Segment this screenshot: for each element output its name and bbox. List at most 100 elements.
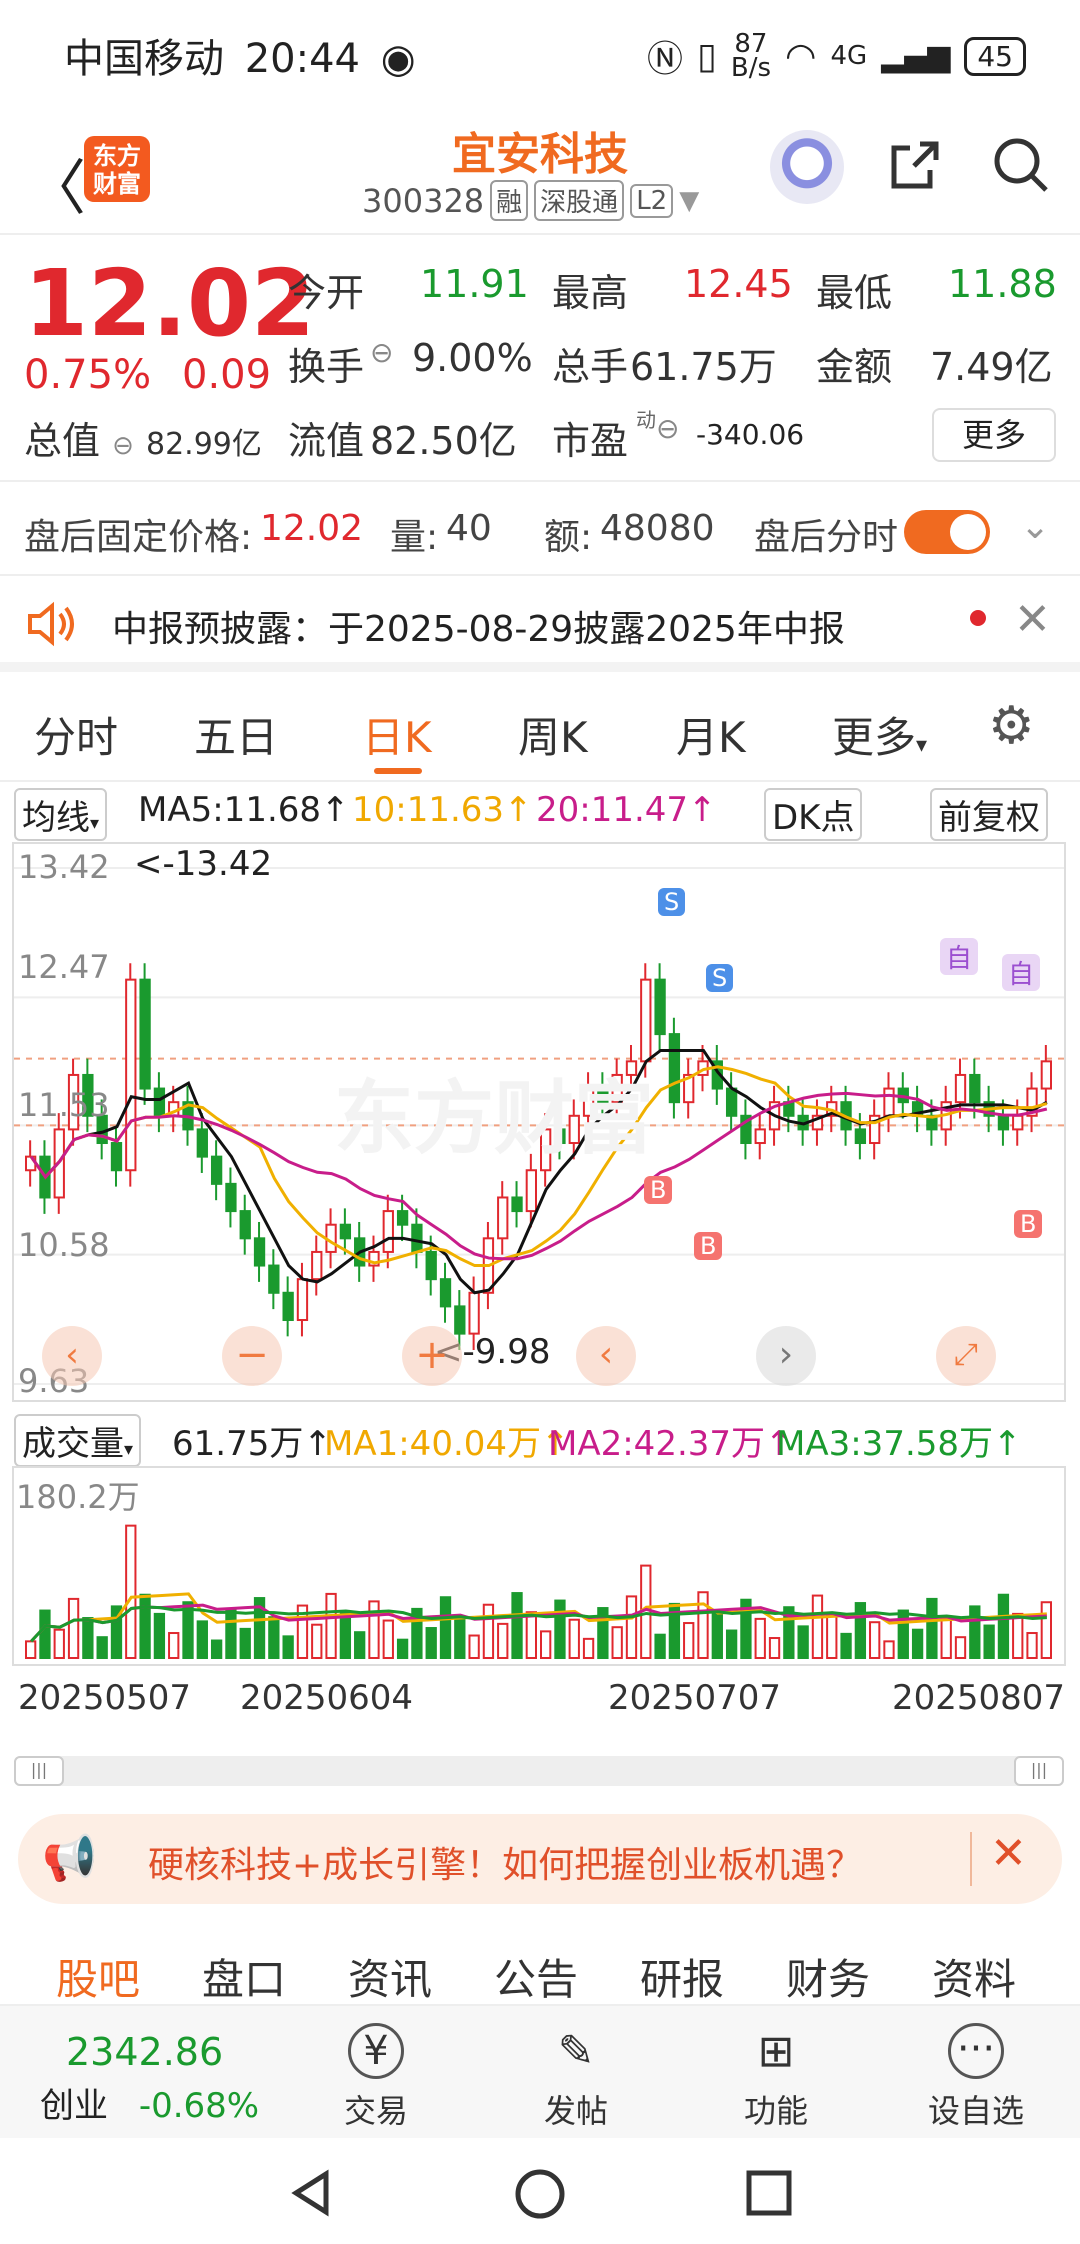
volume-bar [926,1597,938,1659]
close-icon[interactable]: ✕ [1014,594,1051,645]
kline-chart[interactable]: 13.42 12.47 11.53 10.58 9.63 <-13.42 <-9… [12,842,1066,1402]
candle [468,1291,480,1335]
tab-research[interactable]: 研报 [640,1946,724,2007]
sell-signal[interactable]: S [658,888,686,916]
nav-add-watchlist[interactable]: ··· 设自选 [906,2016,1046,2132]
dk-point-button[interactable]: DK点 [764,788,863,841]
tab-daily-k[interactable]: 日K [362,704,432,765]
volume-bar [725,1629,738,1659]
volume-chart[interactable]: 180.2万 [12,1466,1066,1666]
tab-forum[interactable]: 股吧 [56,1946,140,2007]
volume-bar [268,1616,280,1660]
tab-orderbook[interactable]: 盘口 [202,1946,286,2007]
candle [654,978,666,1036]
candle [439,1278,452,1308]
info-icon[interactable]: ⊖ [370,336,393,369]
tab-announcements[interactable]: 公告 [494,1946,578,2007]
prev-icon[interactable]: ‹ [576,1326,636,1386]
vol-ma1: MA1:40.04万↑ [324,1424,570,1464]
nav-post[interactable]: ✎ 发帖 [506,2016,646,2132]
zoom-out-icon[interactable]: − [222,1326,282,1386]
settings-gear-icon[interactable]: ⚙ [988,696,1035,756]
candle [969,1073,981,1104]
share-icon[interactable] [886,136,944,194]
tab-five-day[interactable]: 五日 [194,704,278,765]
volume-bar [139,1593,151,1660]
chart-range-scroller[interactable]: ||| ||| [14,1756,1064,1786]
turnover-value: 9.00% [412,336,533,380]
notice-bar[interactable]: 中报预披露：于2025-08-29披露2025年中报 ✕ [0,576,1080,672]
tab-news[interactable]: 资讯 [348,1946,432,2007]
unread-dot [970,610,986,626]
volume-bar [568,1618,580,1659]
volume-value: 61.75万↑ [172,1424,332,1464]
volume-label: 总手 [552,345,629,389]
date-label: 20250604 [240,1678,414,1718]
candle [139,978,151,1090]
home-circle-icon[interactable] [514,2168,566,2220]
volume-max-label: 180.2万 [16,1478,140,1516]
chevron-down-icon[interactable]: ⌄ [1020,506,1050,547]
next-icon[interactable]: › [756,1326,816,1386]
zoom-in-icon[interactable]: + [402,1326,462,1386]
after-hours-price: 12.02 [260,508,364,549]
custom-signal[interactable]: 自 [940,938,979,975]
promo-text: 硬核科技+成长引擎！如何把握创业板机遇？ [148,1845,863,1886]
mktcap-row: 总值 ⊖ 82.99亿 [24,410,262,465]
stock-code-row[interactable]: 300328 融 深股通 L2 ▼ [362,180,699,221]
tab-profile[interactable]: 资料 [932,1946,1016,2007]
more-button[interactable]: 更多 [932,408,1056,462]
candle [954,1073,967,1104]
adjust-button[interactable]: 前复权 [930,788,1048,841]
connect-tag: 深股通 [534,180,625,221]
buy-signal[interactable]: B [644,1176,673,1204]
nav-trade[interactable]: ¥ 交易 [306,2016,446,2132]
volume-bar [811,1594,824,1659]
buy-signal[interactable]: B [694,1232,723,1260]
search-icon[interactable] [990,134,1052,196]
candle [411,1223,423,1253]
info-icon[interactable]: ⊖ [112,431,134,461]
info-icon[interactable]: ⊖ [656,412,679,445]
after-hours-toggle[interactable] [904,510,990,554]
volume-bar [940,1617,952,1659]
candle [282,1291,294,1322]
tab-monthly-k[interactable]: 月K [676,704,746,765]
volume-bar [1026,1632,1038,1659]
scroll-left-icon[interactable]: ‹ [42,1326,102,1386]
scroller-right-handle[interactable]: ||| [1014,1756,1064,1786]
volume-bar [954,1636,967,1659]
ma10-value: 10:11.63↑ [352,790,533,830]
nav-functions[interactable]: ⊞ 功能 [706,2016,846,2132]
volume-bar [582,1637,595,1659]
assistant-avatar-icon[interactable] [770,130,844,204]
buy-signal[interactable]: B [1014,1210,1043,1238]
candle [668,1033,681,1104]
tab-more[interactable]: 更多▾ [832,704,927,765]
date-label: 20250707 [608,1678,782,1718]
back-triangle-icon[interactable] [286,2168,336,2218]
ma-legend: 均线▾ MA5:11.68↑ 10:11.63↑ 20:11.47↑ DK点 前… [0,784,1080,841]
candle [196,1128,208,1158]
custom-signal[interactable]: 自 [1002,954,1041,991]
sell-signal[interactable]: S [706,964,734,992]
stock-code: 300328 [362,181,485,220]
close-icon[interactable]: ✕ [990,1828,1027,1879]
tab-intraday[interactable]: 分时 [34,704,118,765]
volume-value: 61.75万 [630,345,777,389]
candle [425,1250,437,1281]
index-ticker[interactable]: 2342.86 创业 -0.68% [40,2030,300,2127]
after-hours-vol: 40 [446,508,492,549]
scroller-left-handle[interactable]: ||| [14,1756,64,1786]
tab-finance[interactable]: 财务 [786,1946,870,2007]
last-price: 12.02 [24,250,316,357]
volume-bar [869,1621,881,1659]
fullscreen-icon[interactable]: ⤢ [936,1326,996,1386]
promo-banner[interactable]: 📢 硬核科技+成长引擎！如何把握创业板机遇？ ✕ [18,1814,1062,1904]
ma-selector[interactable]: 均线▾ [14,788,108,841]
volume-selector[interactable]: 成交量▾ [14,1414,142,1467]
candle [311,1250,323,1281]
tab-weekly-k[interactable]: 周K [518,704,588,765]
high-value: 12.45 [684,262,793,306]
recents-square-icon[interactable] [744,2168,794,2218]
